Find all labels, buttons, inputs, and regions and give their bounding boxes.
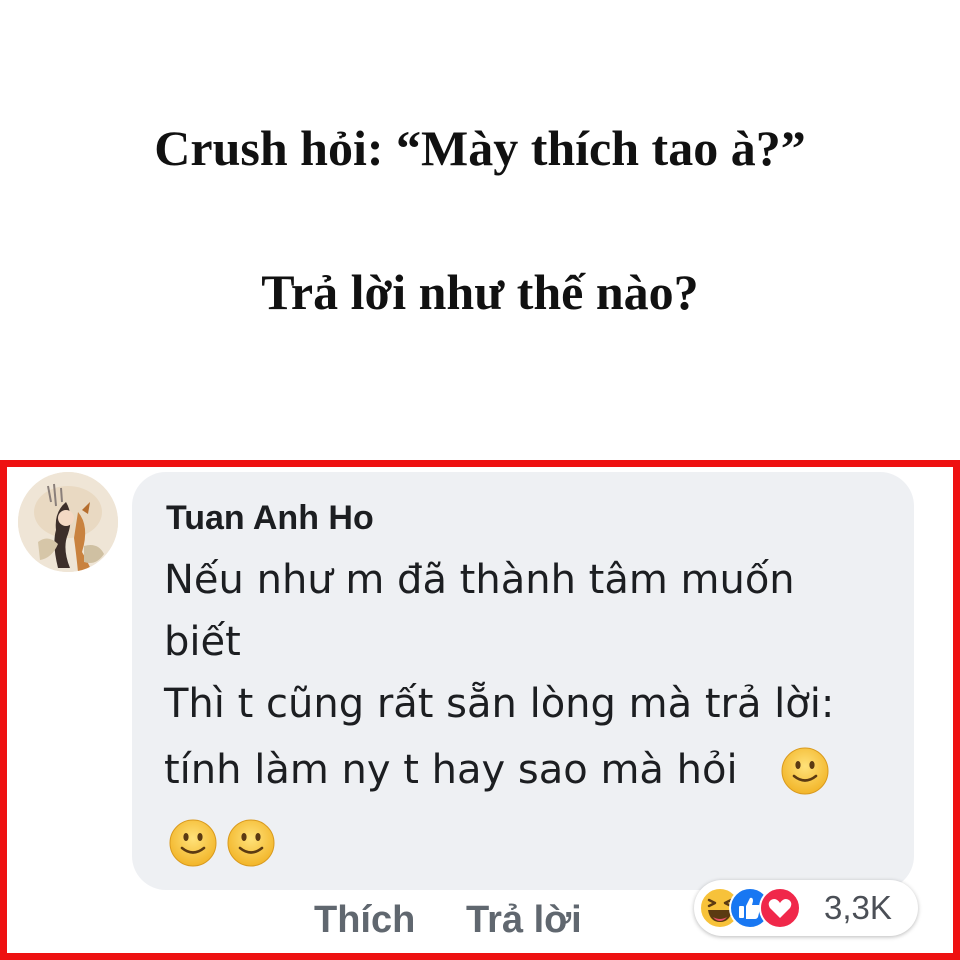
- slightly-smiling-face-icon: [781, 747, 829, 795]
- like-comment-link[interactable]: Thích: [314, 896, 415, 944]
- reaction-count: 3,3K: [824, 889, 892, 926]
- comment-text-line-1: Nếu như m đã thành tâm muốn: [164, 557, 795, 603]
- slightly-smiling-face-icon: [227, 819, 275, 867]
- comment-text-line-3: Thì t cũng rất sẵn lòng mà trả lời:: [164, 681, 835, 727]
- comment-text-line-4: tính làm ny t hay sao mà hỏi: [164, 747, 738, 793]
- reply-comment-link[interactable]: Trả lời: [466, 896, 582, 944]
- avatar[interactable]: [18, 472, 118, 572]
- question-headline: Crush hỏi: “Mày thích tao à?”: [154, 120, 806, 176]
- comment-author-name[interactable]: Tuan Anh Ho: [166, 496, 374, 540]
- reactions-summary[interactable]: 3,3K: [694, 880, 918, 936]
- slightly-smiling-face-icon: [169, 819, 217, 867]
- prompt-headline: Trả lời như thế nào?: [261, 264, 699, 320]
- comment-text-line-2: biết: [164, 619, 241, 665]
- love-reaction-icon: [759, 887, 801, 929]
- avatar-illustration: [18, 472, 118, 572]
